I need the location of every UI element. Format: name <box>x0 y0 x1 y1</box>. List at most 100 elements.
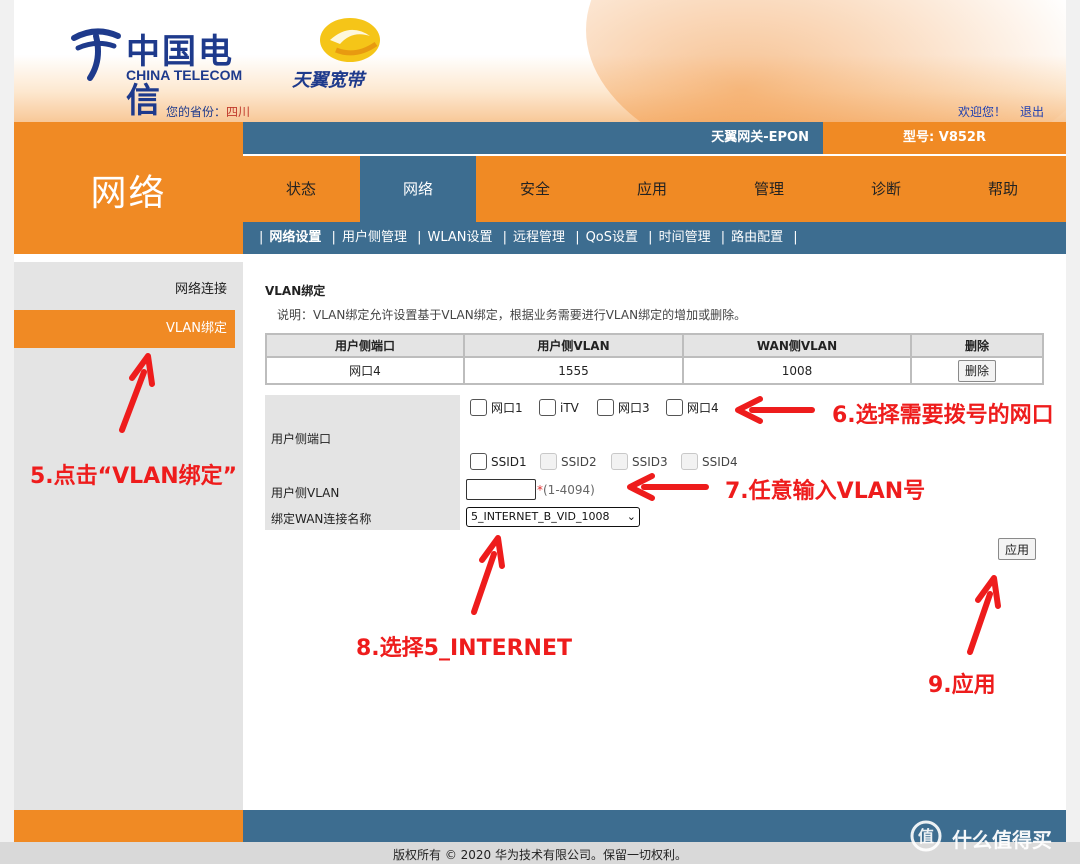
page-title: VLAN绑定 <box>265 284 326 298</box>
checkbox <box>611 453 628 470</box>
subnav-routing-config[interactable]: 路由配置 <box>731 230 783 245</box>
nav-tab-status[interactable]: 状态 <box>243 156 359 222</box>
wan-connection-label: 绑定WAN连接名称 <box>271 512 372 526</box>
sub-nav-separator: | <box>648 230 653 245</box>
port-checkbox-lan4[interactable]: 网口4 <box>666 399 719 416</box>
watermark-text: 什么值得买 <box>952 828 1052 852</box>
ssid-checkbox-1[interactable]: SSID1 <box>470 453 527 470</box>
port-checkbox-itv[interactable]: iTV <box>539 399 579 416</box>
checkbox-label: 网口1 <box>491 401 523 415</box>
logo-text-en: CHINA TELECOM <box>126 67 243 83</box>
checkbox[interactable] <box>666 399 683 416</box>
vlan-binding-table: 用户侧端口 用户侧VLAN WAN侧VLAN 删除 网口4 1555 1008 … <box>265 333 1044 385</box>
annotation-step6: 6.选择需要拨号的网口 <box>832 403 1054 428</box>
subnav-wlan-settings[interactable]: WLAN设置 <box>427 230 492 245</box>
subnav-time-management[interactable]: 时间管理 <box>659 230 711 245</box>
annotation-step5: 5.点击“VLAN绑定” <box>30 464 238 489</box>
cell-wan-vlan: 1008 <box>682 356 912 385</box>
wan-selected-value: 5_INTERNET_B_VID_1008 <box>471 510 610 523</box>
sidebar-item-network-connection[interactable]: 网络连接 <box>14 271 235 309</box>
section-title-panel: 网络 <box>14 122 243 254</box>
telecom-emblem-icon <box>71 28 121 81</box>
checkbox[interactable] <box>597 399 614 416</box>
column-header: 用户侧VLAN <box>463 333 684 358</box>
chevron-down-icon: ⌄ <box>626 510 636 523</box>
checkbox <box>681 453 698 470</box>
brand-text: 天翼宽带 <box>292 70 364 91</box>
checkbox-label: 网口3 <box>618 401 650 415</box>
sub-nav-separator: | <box>793 230 798 245</box>
page-margin-left <box>0 0 14 842</box>
nav-tab-application[interactable]: 应用 <box>594 156 710 222</box>
subnav-network-settings[interactable]: 网络设置 <box>269 230 321 245</box>
checkbox <box>540 453 557 470</box>
ssid-checkbox-4: SSID4 <box>681 453 738 470</box>
annotation-step9: 9.应用 <box>928 673 996 698</box>
apply-button[interactable]: 应用 <box>998 538 1037 560</box>
cell-port: 网口4 <box>265 356 465 385</box>
annotation-step7: 7.任意输入VLAN号 <box>725 479 926 504</box>
nav-tab-network[interactable]: 网络 <box>360 156 476 222</box>
device-info-bar: 天翼网关-EPON 型号: V852R <box>243 122 1066 154</box>
ssid-checkbox-3: SSID3 <box>611 453 668 470</box>
checkbox-label: 网口4 <box>687 401 719 415</box>
column-header: 用户侧端口 <box>265 333 465 358</box>
sub-nav-separator: | <box>417 230 422 245</box>
checkbox-label: SSID2 <box>561 454 597 469</box>
sidebar: 网络连接 VLAN绑定 <box>14 262 243 810</box>
port-checkbox-lan1[interactable]: 网口1 <box>470 399 523 416</box>
table-row: 网口4 1555 1008 删除 <box>265 356 1044 385</box>
user-vlan-input[interactable] <box>466 479 536 500</box>
port-checkbox-lan3[interactable]: 网口3 <box>597 399 650 416</box>
sub-nav-list: | 网络设置 | 用户侧管理 | WLAN设置 | 远程管理 | QoS设置 | 时间管理 … <box>253 222 804 254</box>
annotation-arrow-icon <box>967 575 1001 655</box>
gateway-name: 天翼网关-EPON <box>711 130 809 145</box>
page-description: 说明：VLAN绑定允许设置基于VLAN绑定，根据业务需要进行VLAN绑定的增加或… <box>277 308 747 322</box>
header-banner: 中国电信 CHINA TELECOM 天翼宽带 您的省份：四川 欢迎您！ 退出 <box>14 0 1066 122</box>
province-indicator: 您的省份：四川 <box>166 103 250 120</box>
tianyi-broadband-logo: 天翼宽带 <box>292 14 402 94</box>
column-header: 删除 <box>910 333 1044 358</box>
checkbox-label: SSID4 <box>702 454 738 469</box>
cell-delete: 删除 <box>910 356 1044 385</box>
smzdm-logo-icon: 值 <box>910 820 942 852</box>
province-label: 您的省份： <box>166 105 227 119</box>
footer-bar-left <box>14 810 243 842</box>
user-vlan-label: 用户侧VLAN <box>271 486 340 500</box>
sidebar-item-vlan-binding[interactable]: VLAN绑定 <box>14 310 235 348</box>
main-content: VLAN绑定 说明：VLAN绑定允许设置基于VLAN绑定，根据业务需要进行VLA… <box>243 262 1066 810</box>
logout-link[interactable]: 退出 <box>1020 103 1044 120</box>
user-port-label: 用户侧端口 <box>271 432 332 446</box>
subnav-user-side-management[interactable]: 用户侧管理 <box>342 230 407 245</box>
nav-tab-security[interactable]: 安全 <box>477 156 593 222</box>
page-margin-right <box>1066 0 1080 842</box>
nav-tab-management[interactable]: 管理 <box>711 156 827 222</box>
subnav-remote-management[interactable]: 远程管理 <box>513 230 565 245</box>
table-header-row: 用户侧端口 用户侧VLAN WAN侧VLAN 删除 <box>265 333 1044 358</box>
checkbox[interactable] <box>470 453 487 470</box>
annotation-arrow-icon <box>119 353 155 433</box>
nav-tab-help[interactable]: 帮助 <box>945 156 1061 222</box>
sub-nav-separator: | <box>502 230 508 245</box>
subnav-qos-settings[interactable]: QoS设置 <box>586 230 638 245</box>
checkbox-label: iTV <box>560 400 579 415</box>
sub-nav-separator: | <box>259 230 264 245</box>
section-title: 网络 <box>90 173 167 214</box>
column-header: WAN侧VLAN <box>682 333 912 358</box>
nav-tab-diagnostics[interactable]: 诊断 <box>828 156 944 222</box>
annotation-arrow-icon <box>735 396 815 424</box>
vlan-range-text: (1-4094) <box>543 483 595 497</box>
checkbox[interactable] <box>470 399 487 416</box>
sub-nav: | 网络设置 | 用户侧管理 | WLAN设置 | 远程管理 | QoS设置 | 时间管理 … <box>243 222 1066 254</box>
sub-nav-separator: | <box>331 230 336 245</box>
wan-connection-select[interactable]: 5_INTERNET_B_VID_1008 ⌄ <box>466 507 640 527</box>
checkbox[interactable] <box>539 399 556 416</box>
sub-nav-separator: | <box>720 230 726 245</box>
ssid-checkbox-2: SSID2 <box>540 453 597 470</box>
watermark: 值 什么值得买 <box>908 818 1076 858</box>
checkbox-label: SSID1 <box>491 454 527 469</box>
annotation-arrow-icon <box>471 535 505 615</box>
delete-button[interactable]: 删除 <box>957 359 996 382</box>
vlan-range-hint: *(1-4094) <box>537 483 595 497</box>
main-nav: 状态 网络 安全 应用 管理 诊断 帮助 <box>243 156 1066 222</box>
